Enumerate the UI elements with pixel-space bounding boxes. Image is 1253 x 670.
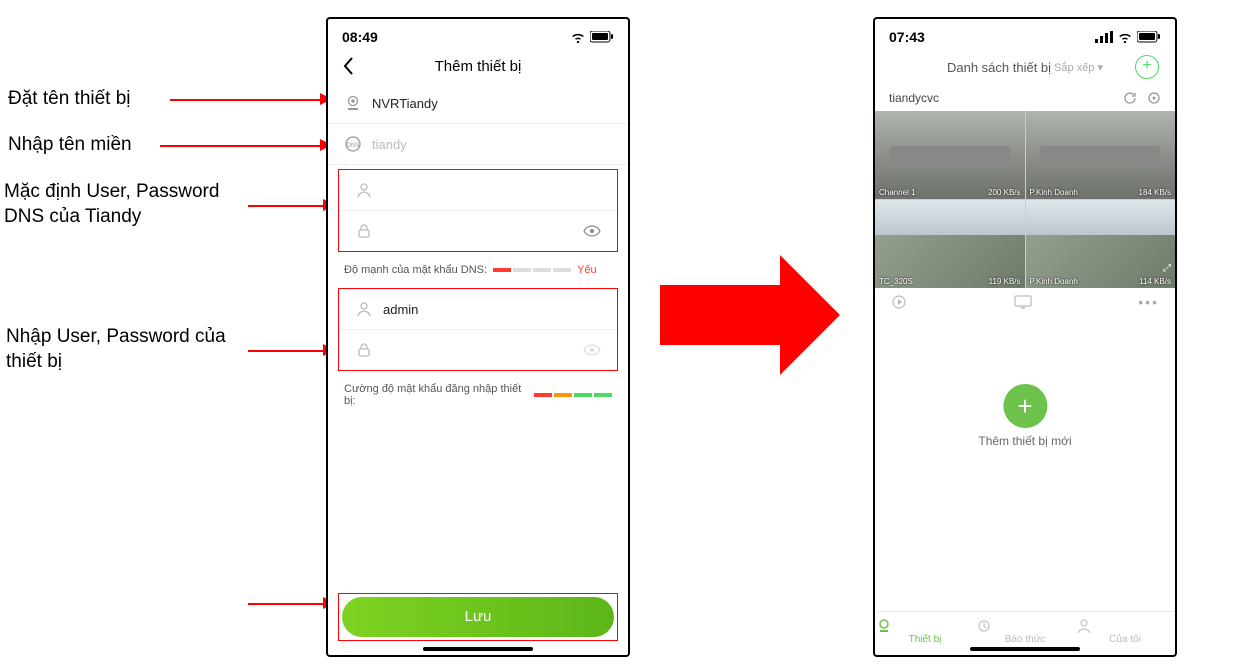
row-device-pass[interactable] [339, 330, 617, 370]
tab-label: Của tôi [1109, 634, 1141, 645]
phone-device-list: 07:43 Danh sách thiết bị Sắp xếp ▾ + tia… [873, 17, 1177, 657]
device-name-label: tiandycvc [889, 91, 939, 105]
chevron-left-icon [342, 57, 354, 75]
camera-icon [344, 94, 362, 112]
cell-rate: 200 KB/s [988, 188, 1020, 197]
row-dns-user[interactable] [339, 170, 617, 211]
sort-dropdown[interactable]: Sắp xếp ▾ [1054, 61, 1103, 74]
alarm-tab-icon [975, 618, 1075, 634]
status-icons [1095, 31, 1161, 43]
home-indicator [970, 647, 1080, 651]
dns-credentials-group [338, 169, 618, 252]
tab-devices[interactable]: Thiết bị [875, 618, 975, 645]
camera-grid: Channel 1 200 KB/s P.Kinh Doanh 184 KB/s T… [875, 111, 1175, 288]
page-title: Thêm thiết bị [435, 58, 522, 75]
eye-icon[interactable] [583, 225, 601, 237]
dns-strength-word: Yếu [577, 264, 597, 276]
wifi-icon [1117, 31, 1133, 43]
cell-rate: 119 KB/s [989, 277, 1021, 286]
device-strength-bars [534, 393, 612, 397]
device-list-header: Danh sách thiết bị Sắp xếp ▾ + [875, 49, 1175, 85]
play-icon[interactable] [891, 294, 907, 310]
mine-tab-icon [1075, 618, 1175, 634]
save-button[interactable]: Lưu [342, 597, 614, 637]
settings-icon[interactable] [1147, 91, 1161, 105]
status-time: 07:43 [889, 29, 925, 45]
add-device-section: + Thêm thiết bị mới [978, 384, 1071, 448]
status-bar: 08:49 [328, 19, 628, 49]
arrow-line [248, 350, 324, 352]
row-domain[interactable]: DNS tiandy [328, 124, 628, 165]
add-button[interactable]: + [1135, 55, 1159, 79]
device-user-value: admin [383, 302, 601, 317]
toolbar: ••• [875, 288, 1175, 316]
header-title: Danh sách thiết bị [947, 60, 1051, 75]
tab-mine[interactable]: Của tôi [1075, 618, 1175, 645]
label-device-creds: Nhập User, Password của thiết bị [6, 325, 226, 374]
cell-label: P.Kinh Doanh [1030, 277, 1078, 286]
device-credentials-group: admin [338, 288, 618, 371]
home-indicator [423, 647, 533, 651]
cell-rate: 184 KB/s [1139, 188, 1171, 197]
refresh-icon[interactable] [1123, 91, 1137, 105]
camera-cell-3[interactable]: TC_320S 119 KB/s [875, 200, 1025, 288]
device-row-actions [1123, 91, 1161, 105]
add-device-label: Thêm thiết bị mới [978, 434, 1071, 448]
arrow-line [170, 99, 320, 101]
user-icon [355, 181, 373, 199]
status-time: 08:49 [342, 29, 378, 45]
cell-label: Channel 1 [879, 188, 915, 197]
camera-cell-4[interactable]: ⤢ P.Kinh Doanh 114 KB/s [1026, 200, 1176, 288]
label-dns-creds: Mặc định User, Password DNS của Tiandy [4, 180, 219, 229]
device-name-value: NVRTiandy [372, 96, 612, 111]
dns-icon: DNS [344, 135, 362, 153]
dns-strength-row: Độ mạnh của mật khẩu DNS: Yếu [328, 256, 628, 284]
screen-icon[interactable] [1014, 295, 1032, 309]
lock-icon [355, 222, 373, 240]
arrow-line [248, 205, 324, 207]
device-strength-row: Cường độ mật khẩu đăng nhập thiết bị: [328, 375, 628, 415]
save-button-wrap: Lưu [338, 593, 618, 641]
add-device-button[interactable]: + [1003, 384, 1047, 428]
device-row[interactable]: tiandycvc [875, 85, 1175, 111]
arrow-line [248, 603, 324, 605]
status-icons [570, 31, 614, 43]
domain-value: tiandy [372, 137, 612, 152]
row-dns-pass[interactable] [339, 211, 617, 251]
device-strength-label: Cường độ mật khẩu đăng nhập thiết bị: [344, 383, 528, 407]
dns-strength-bars [493, 268, 571, 272]
camera-cell-1[interactable]: Channel 1 200 KB/s [875, 111, 1025, 199]
label-domain-name: Nhập tên miền [8, 133, 132, 158]
dns-strength-label: Độ mạnh của mật khẩu DNS: [344, 264, 487, 276]
wifi-icon [570, 31, 586, 43]
lock-icon [355, 341, 373, 359]
arrow-line [160, 145, 320, 147]
device-tab-icon [875, 618, 975, 634]
expand-icon[interactable]: ⤢ [1163, 263, 1171, 274]
label-device-name: Đặt tên thiết bị [8, 87, 131, 112]
camera-cell-2[interactable]: P.Kinh Doanh 184 KB/s [1026, 111, 1176, 199]
cell-rate: 114 KB/s [1139, 277, 1171, 286]
transition-arrow-icon [660, 285, 780, 345]
cell-label: TC_320S [879, 277, 913, 286]
battery-icon [590, 31, 614, 43]
cell-label: P.Kinh Doanh [1030, 188, 1078, 197]
user-icon [355, 300, 373, 318]
tab-label: Báo thức [1005, 634, 1046, 645]
tab-alarm[interactable]: Báo thức [975, 618, 1075, 645]
svg-text:DNS: DNS [347, 143, 360, 149]
signal-icon [1095, 31, 1113, 43]
battery-icon [1137, 31, 1161, 43]
more-icon[interactable]: ••• [1138, 294, 1159, 310]
titlebar: Thêm thiết bị [328, 49, 628, 83]
row-device-user[interactable]: admin [339, 289, 617, 330]
tab-label: Thiết bị [909, 634, 942, 645]
eye-icon[interactable] [583, 344, 601, 356]
row-device-name[interactable]: NVRTiandy [328, 83, 628, 124]
status-bar: 07:43 [875, 19, 1175, 49]
tab-bar: Thiết bị Báo thức Của tôi [875, 611, 1175, 645]
back-button[interactable] [342, 57, 354, 75]
phone-add-device: 08:49 Thêm thiết bị NVRTiandy DNS tiandy [326, 17, 630, 657]
